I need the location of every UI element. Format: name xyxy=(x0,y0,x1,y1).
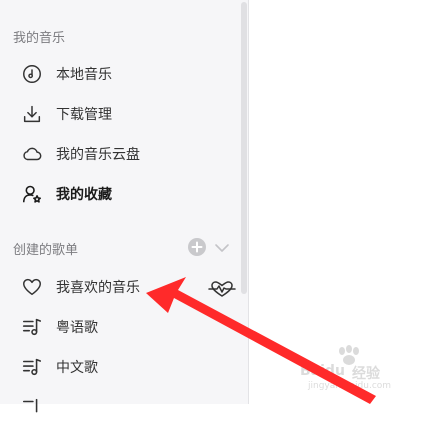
sidebar-item-label: 我喜欢的音乐 xyxy=(56,280,140,296)
cloud-icon xyxy=(20,142,44,166)
sidebar-item-label: 本地音乐 xyxy=(56,67,112,83)
watermark-baidu-text: Baidu xyxy=(300,363,345,379)
sidebar-item-label: 中文歌 xyxy=(56,360,98,376)
music-note-circle-icon xyxy=(20,62,44,86)
sidebar-divider xyxy=(248,0,249,404)
sidebar-item-label: 下载管理 xyxy=(56,107,112,123)
heart-icon xyxy=(20,275,44,299)
sidebar-item-local-music[interactable]: 本地音乐 xyxy=(0,54,240,94)
download-icon xyxy=(20,102,44,126)
playlist-item-chinese[interactable]: 中文歌 xyxy=(0,347,240,387)
sidebar-scrollbar-thumb[interactable] xyxy=(241,2,247,294)
sidebar: 我的音乐 本地音乐 下载管理 我的音乐云盘 我的收藏 创建的歌单 我喜欢的音乐 … xyxy=(0,0,240,413)
playlist-icon xyxy=(20,395,44,419)
sidebar-item-cloud-disk[interactable]: 我的音乐云盘 xyxy=(0,134,240,174)
sidebar-item-label: 粤语歌 xyxy=(56,320,98,336)
heartbeat-mode-icon[interactable] xyxy=(208,279,236,303)
sidebar-item-label: 我的收藏 xyxy=(56,187,112,203)
watermark-url-text: jingyan.baidu.com xyxy=(308,381,392,391)
sidebar-item-my-collection[interactable]: 我的收藏 xyxy=(0,174,240,214)
add-playlist-icon[interactable] xyxy=(187,237,207,257)
playlist-item-partial[interactable] xyxy=(0,387,240,427)
chevron-down-icon[interactable] xyxy=(214,240,230,254)
sidebar-item-download-manager[interactable]: 下载管理 xyxy=(0,94,240,134)
playlist-icon xyxy=(20,355,44,379)
watermark: Baidu 经验 jingyan.baidu.com xyxy=(300,345,410,395)
playlist-item-liked-music[interactable]: 我喜欢的音乐 xyxy=(0,267,240,307)
my-music-section-title: 我的音乐 xyxy=(13,31,66,46)
sidebar-item-label: 我的音乐云盘 xyxy=(56,147,140,163)
created-playlists-section-title: 创建的歌单 xyxy=(13,243,79,258)
playlist-item-cantonese[interactable]: 粤语歌 xyxy=(0,307,240,347)
watermark-jingyan-text: 经验 xyxy=(352,366,380,382)
playlist-icon xyxy=(20,315,44,339)
user-star-icon xyxy=(20,182,44,206)
